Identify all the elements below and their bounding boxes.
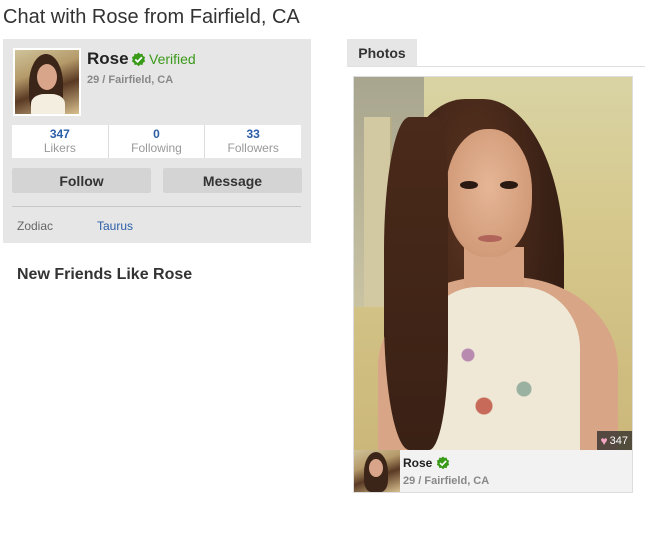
verified-indicator: Verified	[131, 51, 196, 67]
photo-like-count[interactable]: ♥ 347	[596, 431, 632, 450]
like-count: 347	[609, 434, 628, 447]
stat-label: Following	[131, 141, 182, 155]
profile-card: Rose Verified 29 / Fairfield, CA 347 Lik…	[3, 39, 311, 243]
page-title: Chat with Rose from Fairfield, CA	[3, 6, 300, 28]
follow-button[interactable]: Follow	[12, 168, 151, 193]
stat-value: 347	[49, 127, 70, 141]
new-friends-heading: New Friends Like Rose	[17, 266, 193, 283]
profile-photo[interactable]	[354, 77, 632, 450]
photo-owner-avatar[interactable]	[354, 450, 400, 492]
tab-photos[interactable]: Photos	[347, 39, 417, 66]
photo-owner-meta: 29 / Fairfield, CA	[403, 475, 490, 487]
stat-likers[interactable]: 347 Likers	[12, 125, 109, 158]
stat-following[interactable]: 0 Following	[109, 125, 206, 158]
zodiac-value[interactable]: Taurus	[97, 219, 133, 233]
profile-name[interactable]: Rose	[87, 49, 129, 69]
photo-owner-name[interactable]: Rose	[403, 456, 450, 470]
stat-label: Likers	[43, 141, 76, 155]
tab-divider	[347, 66, 645, 67]
verified-label: Verified	[149, 51, 196, 67]
verified-check-badge-icon	[131, 51, 146, 66]
photo-owner-name-text: Rose	[403, 456, 433, 470]
photo-card: ♥ 347 Rose 29 / Fairfield, CA	[353, 76, 633, 493]
profile-stats: 347 Likers 0 Following 33 Followers	[12, 125, 301, 158]
divider	[12, 206, 301, 207]
zodiac-label: Zodiac	[17, 219, 54, 233]
stat-value: 33	[246, 127, 260, 141]
profile-age-location: 29 / Fairfield, CA	[87, 74, 174, 86]
stat-label: Followers	[227, 141, 279, 155]
profile-avatar[interactable]	[13, 48, 81, 116]
stat-value: 0	[153, 127, 160, 141]
message-button[interactable]: Message	[163, 168, 302, 193]
heart-icon: ♥	[600, 433, 608, 448]
stat-followers[interactable]: 33 Followers	[205, 125, 301, 158]
verified-check-badge-icon	[437, 456, 450, 470]
